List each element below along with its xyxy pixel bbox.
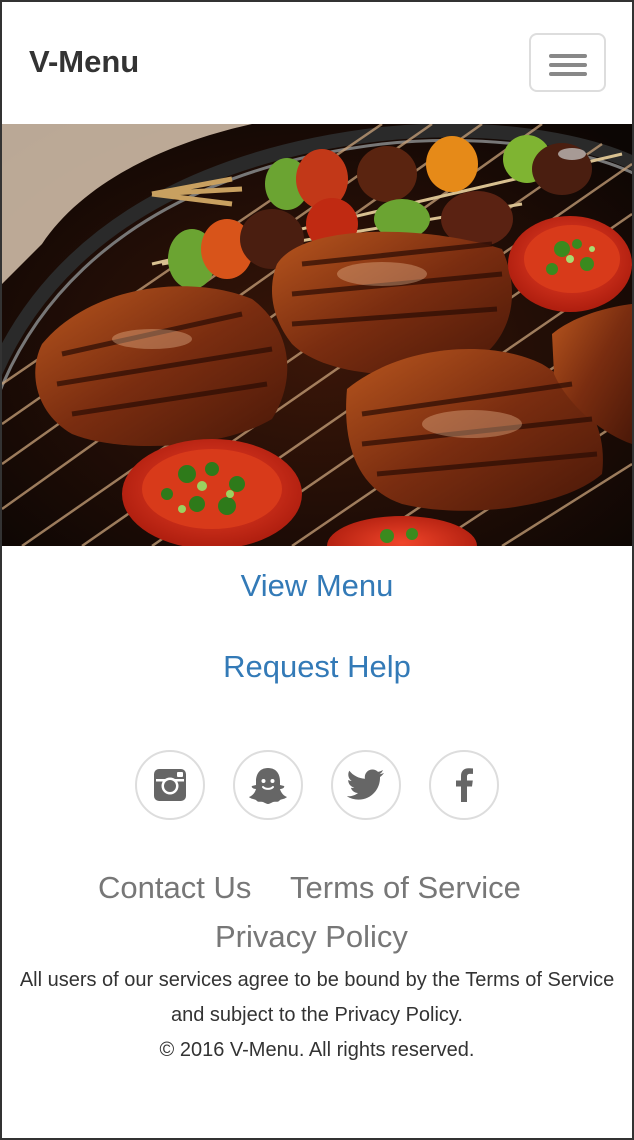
privacy-policy-link[interactable]: Privacy Policy (215, 919, 408, 955)
page-frame: V-Menu View Menu Request Help Contact Us… (0, 0, 634, 1140)
terms-agreement-line-1: All users of our services agree to be bo… (19, 969, 615, 991)
hero-image (2, 124, 632, 546)
facebook-button[interactable] (429, 750, 499, 820)
snapchat-icon (249, 768, 287, 804)
contact-us-link[interactable]: Contact Us (98, 870, 251, 906)
twitter-button[interactable] (331, 750, 401, 820)
view-menu-link[interactable]: View Menu (2, 568, 632, 604)
facebook-icon (456, 768, 473, 802)
terms-of-service-link[interactable]: Terms of Service (290, 870, 521, 906)
copyright-text: © 2016 V-Menu. All rights reserved. (159, 1039, 475, 1061)
menu-toggle-button[interactable] (529, 33, 606, 92)
twitter-icon (347, 769, 384, 800)
request-help-link[interactable]: Request Help (2, 649, 632, 685)
navbar: V-Menu (2, 2, 632, 124)
instagram-icon (154, 769, 186, 801)
terms-agreement-line-2: and subject to the Privacy Policy. (171, 1004, 463, 1026)
instagram-button[interactable] (135, 750, 205, 820)
brand-logo[interactable]: V-Menu (29, 44, 139, 80)
snapchat-button[interactable] (233, 750, 303, 820)
